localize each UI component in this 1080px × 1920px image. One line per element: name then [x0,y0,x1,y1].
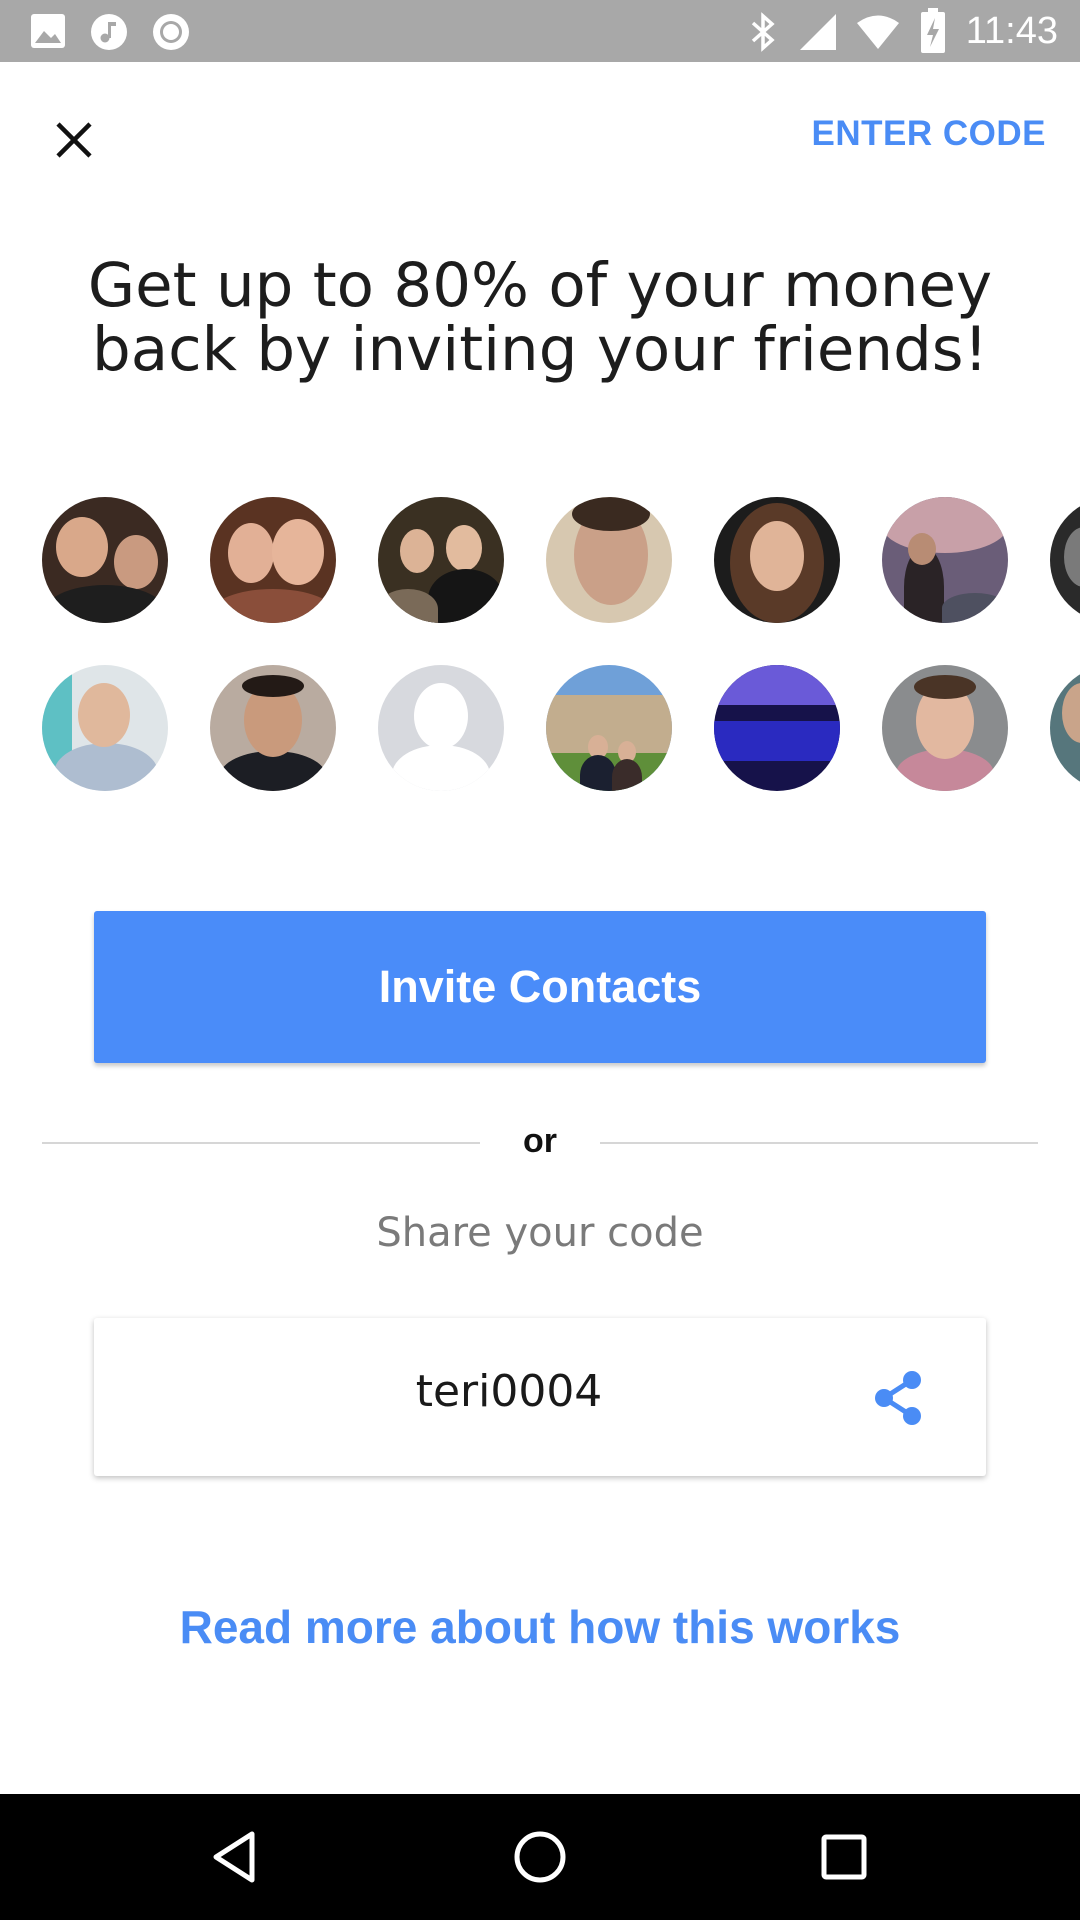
friend-avatar [210,497,336,623]
friend-avatar [882,665,1008,791]
close-icon [56,122,92,158]
friend-avatar [42,665,168,791]
cell-signal-icon [800,14,836,50]
friend-avatar [42,497,168,623]
music-icon [91,14,127,50]
friend-avatar [714,497,840,623]
friends-avatar-row-1 [0,497,1080,627]
record-icon [153,14,189,50]
friend-avatar [546,497,672,623]
read-more-link[interactable]: Read more about how this works [0,1600,1080,1654]
friend-avatar [1050,497,1080,623]
referral-code[interactable]: teri0004 [94,1366,924,1417]
friend-avatar [1050,665,1080,791]
divider-left [42,1142,480,1144]
friend-avatar [882,497,1008,623]
invite-contacts-button[interactable]: Invite Contacts [94,911,986,1063]
share-icon[interactable] [868,1368,928,1428]
status-bar: 11:43 [0,0,1080,62]
clock: 11:43 [965,10,1058,52]
navigation-bar [0,1794,1080,1920]
share-code-label: Share your code [376,1210,704,1256]
friend-avatar [210,665,336,791]
home-icon[interactable] [505,1822,575,1892]
divider-or-label: or [523,1122,557,1160]
friend-avatar [378,497,504,623]
friend-avatar-placeholder [378,665,504,791]
headline: Get up to 80% of your money back by invi… [60,254,1020,382]
friends-avatar-row-2 [0,665,1080,795]
friend-avatar [714,665,840,791]
back-icon[interactable] [200,1822,270,1892]
friend-avatar [546,665,672,791]
headline-line-1: Get up to 80% of your money [87,250,993,321]
recents-icon[interactable] [809,1822,879,1892]
bluetooth-icon [751,12,775,52]
image-icon [31,14,65,48]
wifi-icon [857,15,899,49]
close-button[interactable] [44,110,104,170]
referral-code-card[interactable]: teri0004 [94,1318,986,1476]
headline-line-2: back by inviting your friends! [91,314,989,385]
enter-code-button[interactable]: ENTER CODE [812,114,1046,154]
battery-charging-icon [921,8,945,53]
divider-right [600,1142,1038,1144]
